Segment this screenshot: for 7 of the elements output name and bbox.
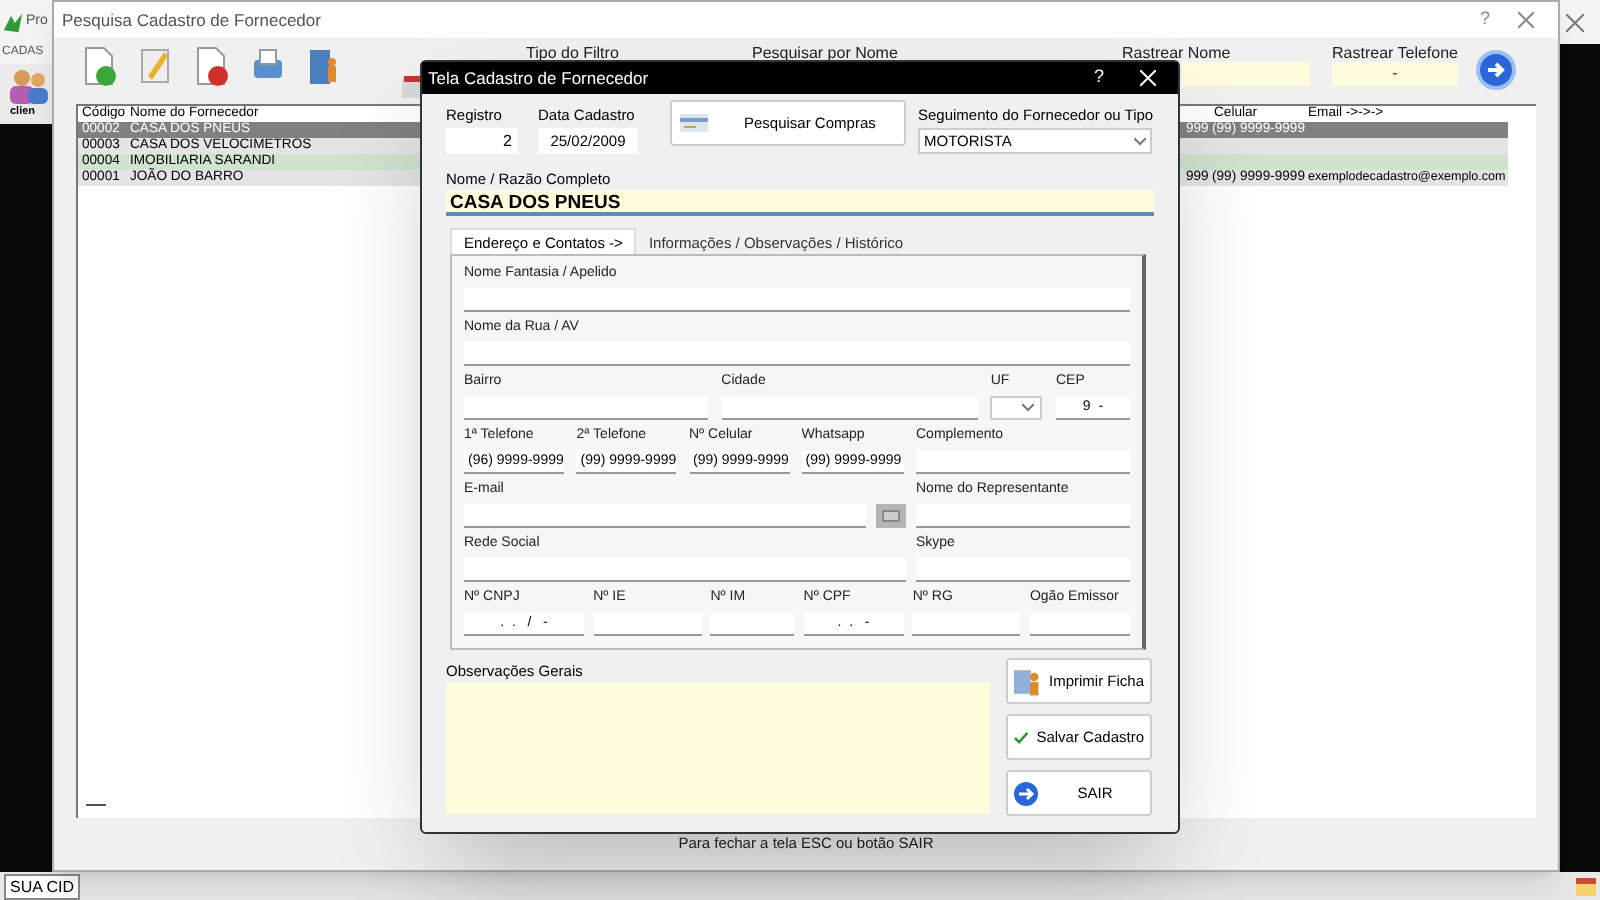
- status-text: SUA CID: [4, 873, 81, 899]
- filter-label: Rastrear Telefone: [1332, 42, 1458, 66]
- dialog-title: Tela Cadastro de Fornecedor: [428, 65, 649, 91]
- filter-label: Tipo do Filtro: [526, 42, 619, 66]
- filter-label: Rastrear Nome: [1122, 42, 1231, 66]
- window-title: Pesquisa Cadastro de Fornecedor: [62, 7, 321, 33]
- filter-label: Pesquisar por Nome: [752, 42, 898, 66]
